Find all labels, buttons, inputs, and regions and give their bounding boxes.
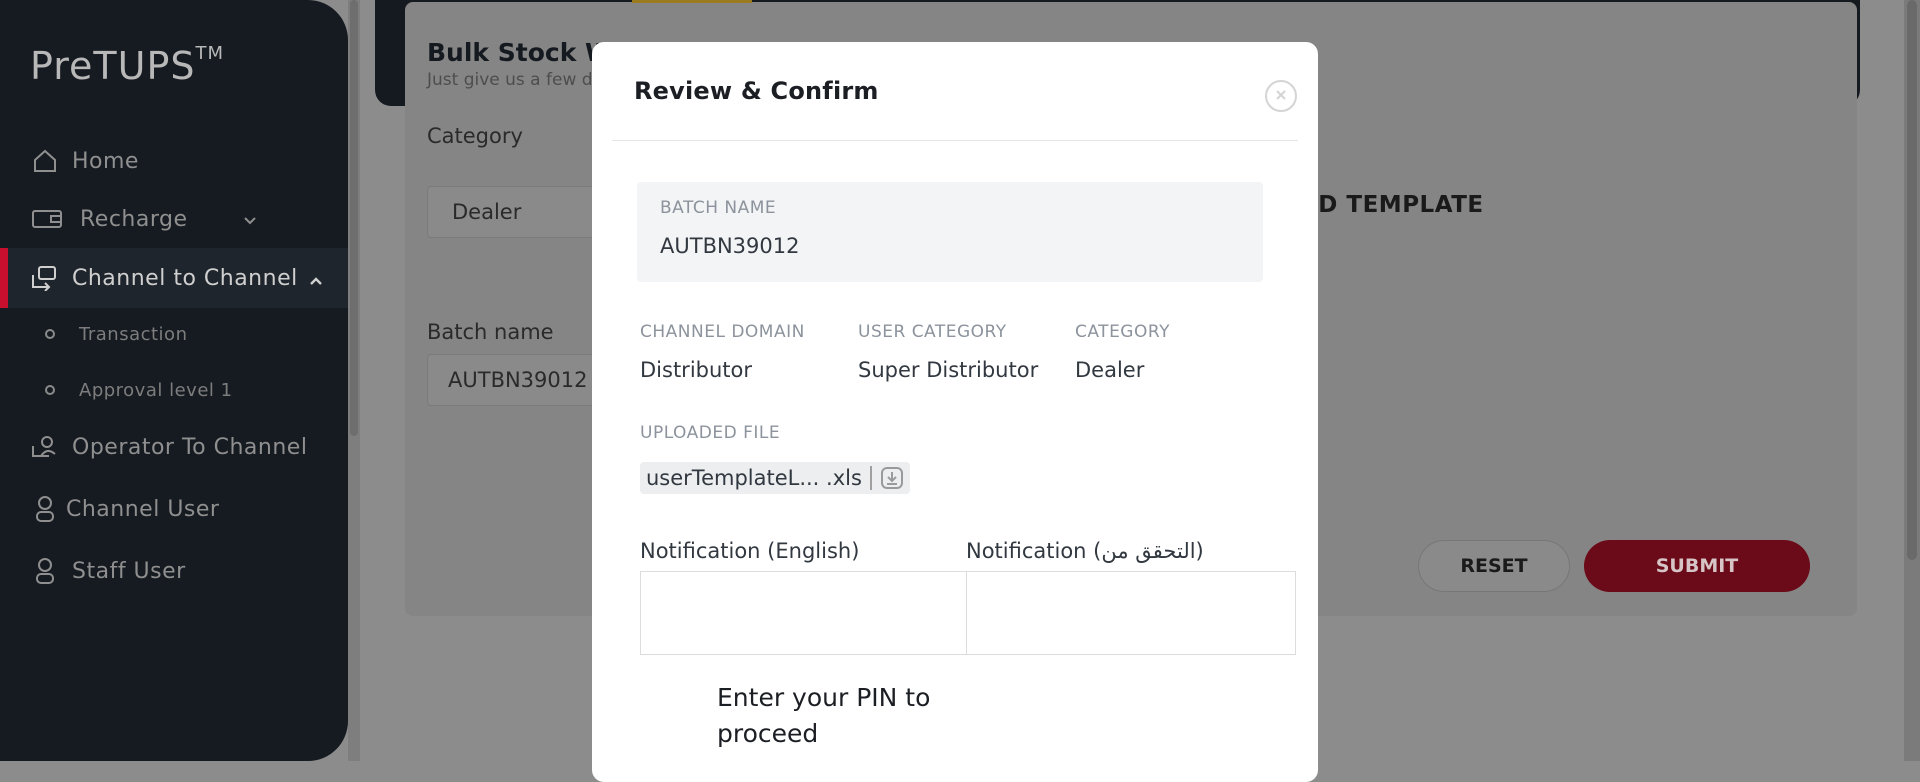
- modal-divider: [612, 140, 1298, 141]
- sidebar-item-label: Operator To Channel: [72, 434, 308, 460]
- user-category-value: Super Distributor: [858, 358, 1039, 382]
- sidebar: PreTUPSTM Home Recharge Channel to Chann…: [0, 0, 348, 761]
- sidebar-subitem-approval-level-1[interactable]: Approval level 1: [0, 370, 348, 410]
- sidebar-item-staff-user[interactable]: Staff User: [0, 544, 348, 598]
- sidebar-subitem-transaction[interactable]: Transaction: [0, 314, 348, 354]
- chip-separator: [869, 466, 872, 490]
- sidebar-item-home[interactable]: Home: [0, 134, 348, 188]
- channel-domain-caption: CHANNEL DOMAIN: [640, 322, 805, 342]
- batch-name-caption: BATCH NAME: [660, 198, 777, 218]
- page-scrollbar-thumb[interactable]: [1907, 0, 1917, 560]
- uploaded-file-caption: UPLOADED FILE: [640, 423, 781, 443]
- brand-trademark: TM: [195, 43, 225, 65]
- operator-icon: [28, 432, 62, 462]
- batch-name-label: Batch name: [427, 320, 554, 344]
- notification-english-input[interactable]: [640, 571, 970, 655]
- sidebar-item-label: Channel User: [66, 496, 220, 522]
- sidebar-item-operator-to-channel[interactable]: Operator To Channel: [0, 420, 348, 474]
- modal-title: Review & Confirm: [634, 77, 879, 105]
- brand-logo: PreTUPSTM: [30, 43, 225, 88]
- pin-prompt: Enter your PIN to proceed: [717, 683, 931, 748]
- page-subtitle: Just give us a few d: [427, 70, 593, 90]
- category-value: Dealer: [1075, 358, 1145, 382]
- sidebar-subitem-label: Approval level 1: [79, 379, 233, 401]
- sidebar-item-label: Recharge: [80, 206, 188, 232]
- user-icon: [28, 494, 62, 524]
- sidebar-item-label: Channel to Channel: [72, 265, 298, 291]
- batch-name-input-value: AUTBN39012: [448, 368, 588, 392]
- sidebar-item-label: Home: [72, 148, 139, 174]
- sidebar-subitem-label: Transaction: [79, 323, 188, 345]
- notification-arabic-input[interactable]: [966, 571, 1296, 655]
- submit-button[interactable]: SUBMIT: [1584, 540, 1810, 592]
- batch-name-value: AUTBN39012: [660, 234, 800, 258]
- category-caption: CATEGORY: [1075, 322, 1170, 342]
- download-template-link[interactable]: AD TEMPLATE: [1300, 192, 1484, 218]
- user-icon: [28, 556, 62, 586]
- channel-domain-value: Distributor: [640, 358, 753, 382]
- sidebar-item-label: Staff User: [72, 558, 186, 584]
- sidebar-scrollbar-thumb[interactable]: [350, 0, 358, 436]
- chevron-down-icon: [242, 210, 258, 235]
- review-confirm-modal: Review & Confirm BATCH NAME AUTBN39012 C…: [592, 42, 1318, 782]
- chevron-up-icon: [308, 270, 324, 295]
- home-icon: [28, 146, 62, 176]
- uploaded-file-name: userTemplateL... .xls: [646, 466, 862, 490]
- category-label: Category: [427, 124, 523, 148]
- user-category-caption: USER CATEGORY: [858, 322, 1007, 342]
- brand-name: PreTUPS: [30, 44, 196, 88]
- notification-arabic-label: Notification (التحقق من): [966, 539, 1204, 563]
- reset-button[interactable]: RESET: [1418, 540, 1570, 592]
- accent-bar: [632, 0, 752, 3]
- sidebar-item-channel-to-channel[interactable]: Channel to Channel: [0, 248, 348, 308]
- bullet-icon: [45, 385, 55, 395]
- close-button[interactable]: [1265, 80, 1297, 112]
- sidebar-item-channel-user[interactable]: Channel User: [0, 482, 348, 536]
- close-icon: [1274, 87, 1288, 106]
- batch-name-input[interactable]: AUTBN39012: [427, 354, 597, 406]
- channel-transfer-icon: [28, 263, 62, 293]
- uploaded-file-chip: userTemplateL... .xls: [640, 462, 910, 494]
- recharge-icon: [30, 204, 64, 234]
- bullet-icon: [45, 329, 55, 339]
- download-icon[interactable]: [880, 466, 904, 490]
- category-select[interactable]: Dealer: [427, 186, 597, 238]
- category-select-value: Dealer: [452, 200, 522, 224]
- sidebar-item-recharge[interactable]: Recharge: [0, 192, 348, 246]
- notification-english-label: Notification (English): [640, 539, 860, 563]
- batch-name-summary: BATCH NAME AUTBN39012: [637, 182, 1263, 282]
